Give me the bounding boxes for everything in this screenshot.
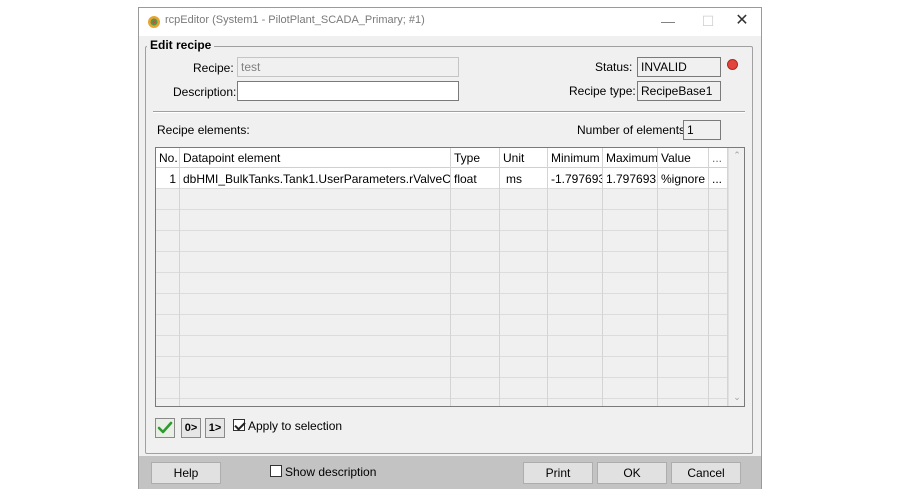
table-row[interactable] [156, 210, 728, 231]
col-maximum[interactable]: Maximum [603, 148, 658, 168]
accept-button[interactable] [155, 418, 175, 438]
rcp-editor-window: rcpEditor (System1 - PilotPlant_SCADA_Pr… [138, 7, 762, 489]
col-type[interactable]: Type [451, 148, 500, 168]
separator [153, 111, 745, 113]
col-datapoint-element[interactable]: Datapoint element [180, 148, 451, 168]
table-body: 1 dbHMI_BulkTanks.Tank1.UserParameters.r… [156, 168, 728, 406]
cancel-button[interactable]: Cancel [671, 462, 741, 484]
col-more[interactable]: ... [709, 148, 728, 168]
table-vertical-scrollbar[interactable]: ⌃ ⌄ [728, 148, 744, 406]
table-row[interactable]: 1 dbHMI_BulkTanks.Tank1.UserParameters.r… [156, 168, 728, 189]
show-description-label: Show description [285, 465, 377, 479]
maximize-button[interactable]: ☐ [691, 8, 725, 36]
table-row[interactable] [156, 231, 728, 252]
table-row[interactable] [156, 357, 728, 378]
set-zero-button[interactable]: 0> [181, 418, 201, 438]
apply-to-selection-checkbox[interactable] [233, 419, 245, 431]
table-row[interactable] [156, 189, 728, 210]
table-row[interactable] [156, 273, 728, 294]
col-unit[interactable]: Unit [500, 148, 548, 168]
table-row[interactable] [156, 378, 728, 399]
table-row[interactable] [156, 399, 728, 406]
status-indicator-icon [727, 59, 738, 70]
help-button[interactable]: Help [151, 462, 221, 484]
table-row[interactable] [156, 315, 728, 336]
cell-more[interactable]: ... [709, 168, 728, 189]
recipe-field: test [237, 57, 459, 77]
apply-to-selection-label: Apply to selection [248, 419, 343, 433]
scroll-up-icon[interactable]: ⌃ [732, 150, 742, 160]
status-field: INVALID [637, 57, 721, 77]
table-row[interactable] [156, 336, 728, 357]
show-description-checkbox[interactable] [270, 465, 282, 477]
window-title: rcpEditor (System1 - PilotPlant_SCADA_Pr… [165, 14, 425, 26]
minimize-button[interactable]: — [651, 8, 685, 36]
col-value[interactable]: Value [658, 148, 709, 168]
table-row[interactable] [156, 294, 728, 315]
group-legend: Edit recipe [147, 38, 215, 52]
cell-datapoint-element[interactable]: dbHMI_BulkTanks.Tank1.UserParameters.rVa… [180, 168, 451, 189]
col-no[interactable]: No. [156, 148, 180, 168]
cell-value[interactable]: %ignore [658, 168, 709, 189]
table-header: No. Datapoint element Type Unit Minimum … [156, 148, 728, 168]
app-icon [148, 16, 160, 28]
cell-maximum[interactable]: 1.79769313486232E+308 [603, 168, 658, 189]
recipe-elements-label: Recipe elements: [157, 123, 250, 137]
col-minimum[interactable]: Minimum [548, 148, 603, 168]
checkmark-icon [157, 421, 173, 434]
status-label: Status: [595, 60, 633, 74]
footer-bar: Help Show description Print OK Cancel [139, 456, 761, 489]
number-of-elements-field: 1 [683, 120, 721, 140]
set-one-button[interactable]: 1> [205, 418, 225, 438]
print-button[interactable]: Print [523, 462, 593, 484]
cell-no: 1 [156, 168, 180, 189]
table-row[interactable] [156, 252, 728, 273]
recipe-label: Recipe: [193, 61, 234, 75]
recipe-type-field: RecipeBase1 [637, 81, 721, 101]
cell-type[interactable]: float [451, 168, 500, 189]
cell-minimum[interactable]: -1.79769313486232E+308 [548, 168, 603, 189]
number-of-elements-label: Number of elements: [577, 123, 689, 137]
scroll-down-icon[interactable]: ⌄ [732, 392, 742, 402]
cell-unit[interactable]: ms [500, 168, 548, 189]
title-bar: rcpEditor (System1 - PilotPlant_SCADA_Pr… [139, 8, 761, 36]
description-field[interactable] [237, 81, 459, 101]
close-button[interactable]: ✕ [725, 8, 759, 36]
recipe-elements-table[interactable]: No. Datapoint element Type Unit Minimum … [155, 147, 745, 407]
ok-button[interactable]: OK [597, 462, 667, 484]
recipe-type-label: Recipe type: [569, 84, 636, 98]
description-label: Description: [173, 85, 237, 99]
